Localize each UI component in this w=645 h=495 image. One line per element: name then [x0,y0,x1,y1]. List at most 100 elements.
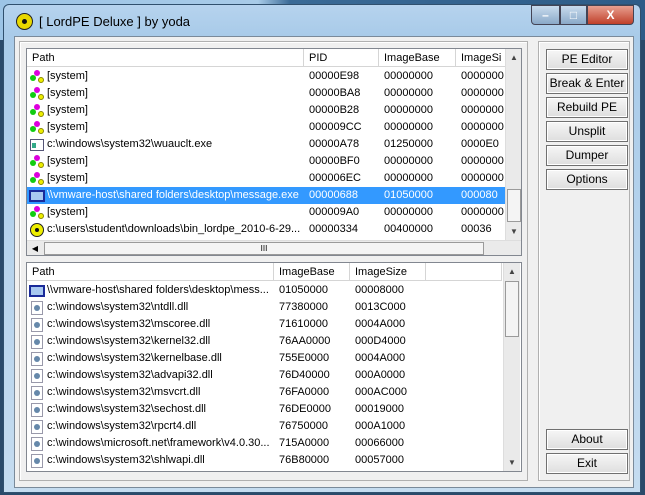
cell-size: 0000000 [461,87,504,99]
scroll-thumb[interactable] [507,189,521,222]
cell-size: 0004A000 [355,318,406,330]
cell-path: [system] [47,87,88,99]
dll-icon-part [34,304,40,311]
cell-size: 0000000 [461,206,504,218]
dll-icon-part [34,406,40,413]
cell-path: c:\windows\microsoft.net\framework\v4.0.… [47,437,270,449]
cell-base: 755E0000 [279,352,330,364]
cell-pid: 00000BF0 [309,155,360,167]
table-row[interactable]: c:\windows\system32\mscoree.dll 71610000 0… [27,316,426,333]
system-process-icon-part [38,178,44,185]
dll-icon [29,436,45,452]
maximize-button[interactable]: □ [560,5,587,25]
cell-base: 01050000 [279,284,328,296]
break-enter-button[interactable]: Break & Enter [546,73,628,94]
cell-size: 0004A000 [355,352,406,364]
process-list-vscroll[interactable]: ▲ ▼ [505,49,521,240]
system-process-icon-part [34,103,40,110]
table-row[interactable]: c:\windows\microsoft.net\framework\v4.0.… [27,435,426,452]
cell-size: 00036 [461,223,492,235]
cell-path: c:\windows\system32\sechost.dll [47,403,206,415]
system-process-icon-part [38,93,44,100]
table-row[interactable]: c:\windows\system32\ntdll.dll 77380000 001… [27,299,426,316]
cell-base: 00000000 [384,172,433,184]
table-row[interactable]: c:\windows\system32\shlwapi.dll 76B80000 0… [27,452,426,469]
table-row[interactable]: [system] 00000E98 00000000 0000000 [27,68,505,85]
column-header-path[interactable]: Path [27,263,274,281]
column-header-pid[interactable]: PID [304,49,379,67]
system-process-icon [29,205,45,221]
column-header-path[interactable]: Path [27,49,304,67]
hscroll-thumb[interactable]: III [44,242,484,255]
rebuild-pe-button[interactable]: Rebuild PE [546,97,628,118]
pe-editor-button[interactable]: PE Editor [546,49,628,70]
cell-path: c:\windows\system32\kernel32.dll [47,335,211,347]
lordpe-window: [ LordPE Deluxe ] by yoda – □ X Path PID… [3,4,641,493]
lordpe-logo-icon [16,13,33,30]
dumper-server-button[interactable]: Dumper Server [546,145,628,181]
table-row[interactable]: c:\windows\system32\sechost.dll 76DE0000 0… [27,401,426,418]
dll-icon [29,334,45,350]
cell-path: c:\windows\system32\shlwapi.dll [47,454,205,466]
cell-size: 000080 [461,189,498,201]
options-button[interactable]: Options [546,169,628,190]
table-row[interactable]: c:\windows\system32\rpcrt4.dll 76750000 00… [27,418,426,435]
table-row[interactable]: [system] 00000B28 00000000 0000000 [27,102,505,119]
cell-path: c:\windows\system32\kernelbase.dll [47,352,222,364]
dll-icon-part [34,457,40,464]
module-list[interactable]: Path ImageBase ImageSize \\vmware-host\s… [26,262,522,472]
table-row[interactable]: c:\windows\system32\kernel32.dll 76AA0000… [27,333,426,350]
minimize-button[interactable]: – [531,5,560,25]
cell-base: 00400000 [384,223,433,235]
scroll-left-arrow-icon[interactable]: ◀ [27,241,43,255]
process-list-hscroll[interactable]: ◀ III [27,240,521,255]
column-header-imagesize[interactable]: ImageSize [350,263,426,281]
column-header-imagebase[interactable]: ImageBase [274,263,350,281]
cell-size: 0013C000 [355,301,406,313]
exe-window-icon [29,188,45,204]
table-row[interactable]: c:\windows\system32\advapi32.dll 76D40000… [27,367,426,384]
dll-icon-part [34,321,40,328]
cell-path: \\vmware-host\shared folders\desktop\mes… [47,284,269,296]
cell-size: 0000E0 [461,138,499,150]
exit-button[interactable]: Exit [546,453,628,474]
scroll-down-arrow-icon[interactable]: ▼ [504,454,520,471]
table-row[interactable]: c:\users\student\downloads\bin_lordpe_20… [27,221,505,238]
system-process-icon [29,69,45,85]
cell-path: c:\windows\system32\mscoree.dll [47,318,211,330]
cell-base: 00000000 [384,121,433,133]
process-list[interactable]: Path PID ImageBase ImageSi [system] 00000… [26,48,522,256]
cell-size: 0000000 [461,155,504,167]
table-row[interactable]: [system] 00000BA8 00000000 0000000 [27,85,505,102]
scroll-up-arrow-icon[interactable]: ▲ [506,49,521,66]
window-app-icon [29,137,45,153]
system-process-icon-part [34,86,40,93]
close-button[interactable]: X [587,5,634,25]
column-header-imagesize[interactable]: ImageSi [456,49,506,67]
table-row[interactable]: [system] 00000BF0 00000000 0000000 [27,153,505,170]
unsplit-button[interactable]: Unsplit [546,121,628,142]
cell-pid: 000009A0 [309,206,360,218]
table-row[interactable]: c:\windows\system32\kernelbase.dll 755E00… [27,350,426,367]
dll-icon [29,300,45,316]
cell-base: 77380000 [279,301,328,313]
scroll-thumb[interactable] [505,281,519,337]
table-row[interactable]: c:\windows\system32\msvcrt.dll 76FA0000 00… [27,384,426,401]
cell-size: 00019000 [355,403,404,415]
table-row[interactable]: [system] 000009CC 00000000 0000000 [27,119,505,136]
table-row[interactable]: c:\windows\system32\wuauclt.exe 00000A78 0… [27,136,505,153]
scroll-down-arrow-icon[interactable]: ▼ [506,223,521,240]
dll-icon-part [34,338,40,345]
table-row[interactable]: [system] 000009A0 00000000 0000000 [27,204,505,221]
column-header-imagebase[interactable]: ImageBase [379,49,456,67]
lordpe-icon [29,222,45,238]
table-row[interactable]: [system] 000006EC 00000000 0000000 [27,170,505,187]
cell-pid: 00000BA8 [309,87,361,99]
module-list-vscroll[interactable]: ▲ ▼ [503,263,520,471]
scroll-up-arrow-icon[interactable]: ▲ [504,263,520,280]
cell-pid: 00000B28 [309,104,360,116]
system-process-icon [29,154,45,170]
about-button[interactable]: About [546,429,628,450]
table-row[interactable]: \\vmware-host\shared folders\desktop\mes… [27,282,426,299]
table-row[interactable]: \\vmware-host\shared folders\desktop\mes… [27,187,505,204]
